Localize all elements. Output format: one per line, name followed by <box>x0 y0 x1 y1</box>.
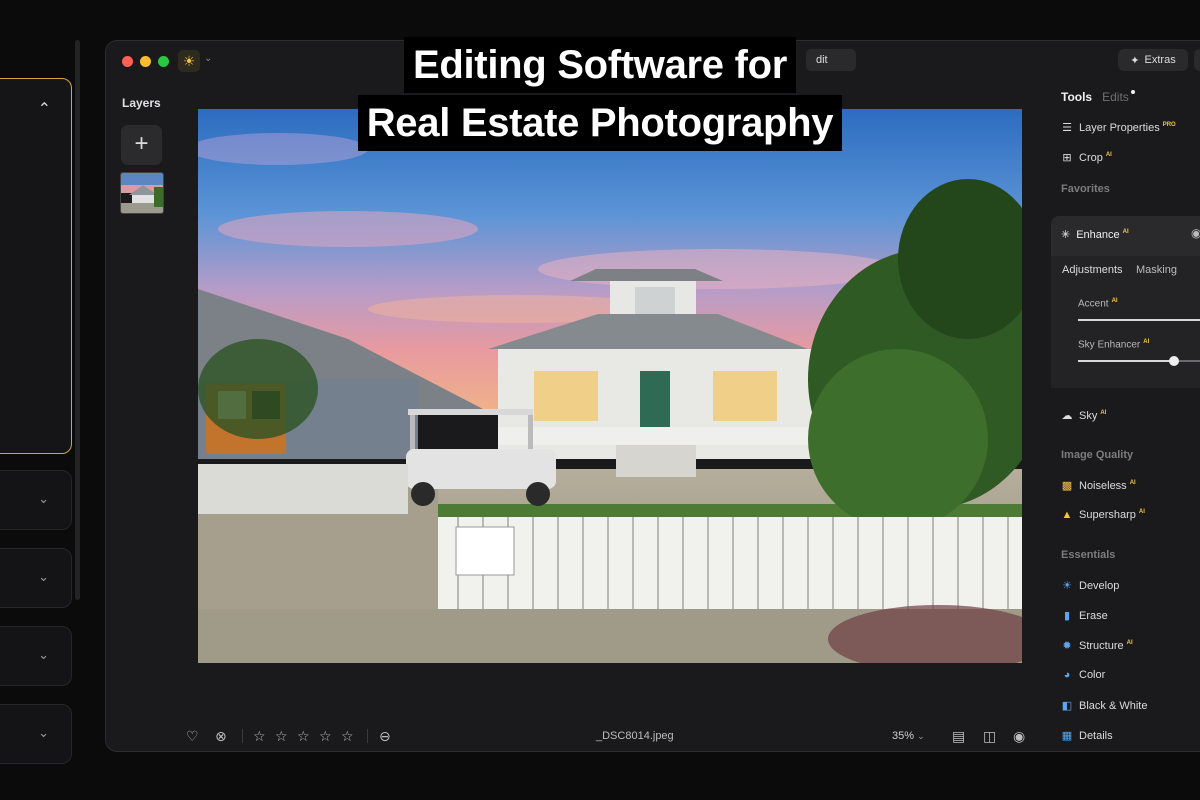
tool-label: Black & White <box>1079 699 1148 712</box>
tool-supersharp[interactable]: ▲ Supersharp AI <box>1061 509 1145 521</box>
section-essentials: Essentials <box>1061 549 1116 561</box>
tab-adjustments[interactable]: Adjustments <box>1062 264 1123 276</box>
tool-noiseless[interactable]: ▩ Noiseless AI <box>1061 479 1136 493</box>
star-icon[interactable]: ☆ <box>319 725 332 747</box>
chevron-down-icon: ⌄ <box>917 731 925 741</box>
star-icon[interactable]: ☆ <box>253 725 266 747</box>
ai-badge: AI <box>1129 479 1136 486</box>
headline-overlay: Editing Software for Real Estate Photogr… <box>0 37 1200 151</box>
tool-develop[interactable]: ☀ Develop <box>1061 579 1120 593</box>
tool-black-white[interactable]: ◧ Black & White <box>1061 699 1148 713</box>
ai-badge: AI <box>1126 639 1133 646</box>
eraser-icon: ▮ <box>1063 610 1071 622</box>
sun-icon: ☀ <box>1062 580 1072 592</box>
black-white-icon: ◧ <box>1061 700 1073 712</box>
sparkle-icon: ✳ <box>1061 229 1071 241</box>
chevron-down-icon: ⌄ <box>38 569 49 584</box>
slider-label-accent: Accent AI <box>1078 298 1118 309</box>
divider <box>242 729 243 743</box>
minus-circle-icon[interactable]: ⊖ <box>379 725 391 747</box>
compare-icon[interactable]: ▤ <box>952 725 965 747</box>
slider-label-text: Accent <box>1078 298 1109 310</box>
chevron-down-icon: ⌄ <box>38 491 49 506</box>
ai-badge: AI <box>1100 409 1107 416</box>
tool-label: Supersharp <box>1079 509 1136 521</box>
tool-details[interactable]: ▦ Details <box>1061 729 1113 743</box>
layer-thumbnail[interactable] <box>120 172 164 214</box>
file-name: _DSC8014.jpeg <box>596 730 674 742</box>
tool-label: Sky <box>1079 409 1098 422</box>
ai-badge: AI <box>1111 298 1118 304</box>
supersharp-icon: ▲ <box>1061 509 1073 521</box>
section-image-quality: Image Quality <box>1061 449 1134 461</box>
reject-icon[interactable]: ⊗ <box>215 725 227 747</box>
slider-fill <box>1078 319 1200 321</box>
tool-color[interactable]: ◕ Color <box>1061 669 1106 681</box>
bottom-toolbar: ♡ ⊗ ☆ ☆ ☆ ☆ ☆ ⊖ _DSC8014.jpeg 35% ⌄ ▤ ◫ … <box>186 725 1046 747</box>
structure-icon: ✹ <box>1062 640 1072 652</box>
tool-crop[interactable]: ⊞ Crop AI <box>1061 151 1112 165</box>
tool-sky[interactable]: ☁ Sky AI <box>1061 409 1107 423</box>
background-panel-collapsed: ⌄ <box>0 704 72 764</box>
slider-fill <box>1078 360 1174 362</box>
tool-enhance[interactable]: ✳ Enhance AI <box>1061 228 1129 242</box>
star-icon[interactable]: ☆ <box>341 725 354 747</box>
enhance-settings: Adjustments Masking Accent AI Sky Enhance… <box>1051 256 1200 388</box>
chevron-down-icon: ⌄ <box>38 725 49 740</box>
ai-badge: AI <box>1138 509 1145 516</box>
split-view-icon[interactable]: ◫ <box>983 725 996 747</box>
zoom-level[interactable]: 35% ⌄ <box>892 725 925 747</box>
star-icon[interactable]: ☆ <box>275 725 288 747</box>
headline-line-1: Editing Software for <box>403 37 796 93</box>
star-icon[interactable]: ☆ <box>297 725 310 747</box>
tool-label: Noiseless <box>1079 479 1127 492</box>
headline-line-2: Real Estate Photography <box>357 95 843 151</box>
tab-masking[interactable]: Masking <box>1136 264 1177 276</box>
chevron-down-icon: ⌄ <box>38 647 49 662</box>
details-icon: ▦ <box>1061 730 1073 742</box>
ai-badge: AI <box>1105 151 1112 158</box>
zoom-value: 35% <box>892 730 915 742</box>
noiseless-icon: ▩ <box>1061 480 1073 492</box>
color-icon: ◕ <box>1063 669 1071 681</box>
slider-label-text: Sky Enhancer <box>1078 339 1141 351</box>
cloud-icon: ☁ <box>1061 410 1073 422</box>
ai-badge: AI <box>1122 228 1129 235</box>
divider <box>367 729 368 743</box>
section-favorites: Favorites <box>1061 183 1110 195</box>
accent-slider[interactable] <box>1078 319 1200 321</box>
sky-enhancer-slider[interactable] <box>1078 356 1200 366</box>
background-panel-collapsed: ⌄ <box>0 626 72 686</box>
heart-icon[interactable]: ♡ <box>186 725 199 747</box>
tool-label: Crop <box>1079 151 1103 164</box>
slider-label-sky-enhancer: Sky Enhancer AI <box>1078 339 1149 350</box>
background-panel-collapsed: ⌄ <box>0 470 72 530</box>
slider-knob[interactable] <box>1168 356 1179 366</box>
tool-label: Color <box>1079 669 1106 681</box>
tool-structure[interactable]: ✹ Structure AI <box>1061 639 1133 653</box>
tool-label: Develop <box>1079 579 1120 592</box>
photo-canvas[interactable] <box>198 109 1022 663</box>
tool-erase[interactable]: ▮ Erase <box>1061 609 1108 623</box>
tools-panel: Tools Edits ☰ Layer Properties PRO ⊞ Crop A… <box>1051 81 1200 751</box>
tool-label: Details <box>1079 729 1113 742</box>
tool-label: Enhance <box>1076 228 1120 241</box>
background-panel-collapsed: ⌄ <box>0 548 72 608</box>
tool-label: Erase <box>1079 609 1108 622</box>
eye-icon[interactable]: ◉ <box>1013 725 1025 747</box>
eye-icon[interactable]: ◉ <box>1191 226 1200 240</box>
tool-label: Structure <box>1079 639 1124 652</box>
ai-badge: AI <box>1143 339 1150 345</box>
crop-icon: ⊞ <box>1062 152 1072 164</box>
enhance-card: ✳ EnhanceAI ◉ Adjustments Masking Accent… <box>1051 216 1200 388</box>
